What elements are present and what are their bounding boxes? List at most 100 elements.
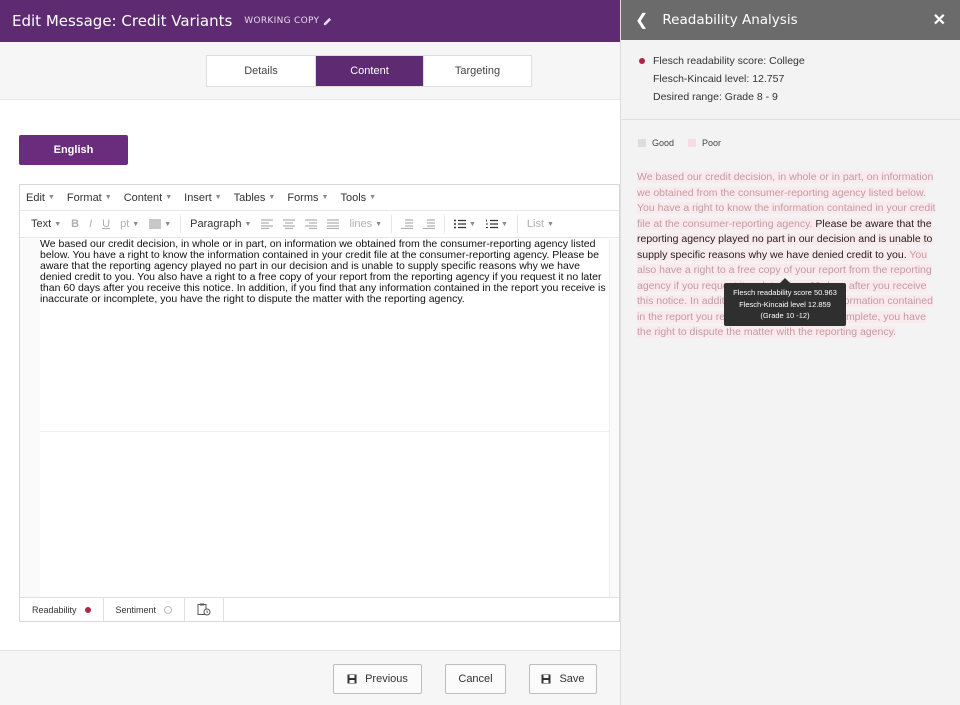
tab-content[interactable]: Content [315, 56, 423, 86]
chevron-down-icon: ▼ [500, 220, 508, 228]
tab-details[interactable]: Details [207, 56, 315, 86]
menu-insert-label: Insert [184, 191, 212, 204]
menu-edit[interactable]: Edit ▼ [26, 192, 55, 204]
menu-tools-label: Tools [340, 191, 367, 204]
save-icon [347, 674, 357, 684]
bullet-list-icon [454, 219, 467, 229]
editor-toolbar: Text ▼ B I U pt ▼ ▼ Paragraph ▼ lines ▼ ▼ ▼ … [20, 211, 619, 238]
desired-range: Desired range: Grade 8 - 9 [653, 91, 778, 103]
indent-button[interactable] [418, 219, 440, 229]
fk-level-row: Flesch-Kincaid level: 12.757 [639, 70, 960, 88]
font-size-label: pt [120, 218, 130, 230]
page-title: Edit Message: Credit Variants [12, 12, 233, 30]
numbered-list-icon [485, 219, 498, 229]
align-center-icon [283, 219, 296, 229]
align-left-button[interactable] [256, 219, 278, 229]
chevron-down-icon: ▼ [132, 220, 140, 228]
legend: Good Poor [638, 138, 721, 148]
chevron-down-icon: ▼ [369, 194, 377, 201]
outdent-button[interactable] [396, 219, 418, 229]
text-style-dropdown[interactable]: Text ▼ [26, 218, 66, 230]
desired-range-row: Desired range: Grade 8 - 9 [639, 88, 960, 106]
toolbar-divider [516, 215, 518, 233]
legend-good-label: Good [652, 138, 675, 148]
close-icon[interactable]: ✕ [933, 10, 946, 30]
text-style-label: Text [31, 218, 52, 230]
legend-poor: Poor [688, 138, 721, 148]
toolbar-divider [391, 215, 393, 233]
list-style-dropdown[interactable]: List ▼ [522, 218, 559, 230]
language-button[interactable]: English [19, 135, 128, 165]
bold-button[interactable]: B [66, 218, 84, 230]
readability-toggle[interactable]: Readability [20, 598, 104, 621]
chevron-down-icon: ▼ [244, 220, 252, 228]
font-size-dropdown[interactable]: pt ▼ [115, 218, 144, 230]
justify-icon [327, 219, 340, 229]
chevron-down-icon: ▼ [164, 220, 172, 228]
menu-tools[interactable]: Tools ▼ [340, 192, 376, 204]
cancel-button[interactable]: Cancel [445, 664, 506, 694]
color-swatch-icon [149, 219, 162, 229]
line-spacing-dropdown[interactable]: lines ▼ [344, 218, 387, 230]
menu-insert[interactable]: Insert ▼ [184, 192, 221, 204]
score-indicator-icon [639, 58, 645, 64]
working-copy-badge[interactable]: WORKING COPY [244, 16, 332, 26]
page-break-line [40, 431, 610, 432]
score-tooltip: Flesch readability score 50.963 Flesch-K… [724, 278, 846, 326]
chevron-down-icon: ▼ [469, 220, 476, 228]
align-right-icon [305, 219, 318, 229]
menu-forms[interactable]: Forms ▼ [287, 192, 328, 204]
chevron-down-icon: ▼ [547, 220, 554, 228]
legend-good: Good [638, 138, 674, 148]
save-button[interactable]: Save [529, 664, 597, 694]
align-center-button[interactable] [278, 219, 300, 229]
italic-button[interactable]: I [84, 218, 97, 230]
color-picker[interactable]: ▼ [144, 219, 176, 229]
back-chevron-icon[interactable]: ❮ [635, 10, 648, 30]
paragraph-label: Paragraph [190, 218, 242, 230]
paragraph-dropdown[interactable]: Paragraph ▼ [185, 218, 256, 230]
tooltip-grade: (Grade 10 -12) [760, 311, 810, 320]
panel-title: Readability Analysis [662, 12, 798, 28]
chevron-down-icon: ▼ [268, 194, 276, 201]
menu-tables[interactable]: Tables ▼ [234, 192, 276, 204]
clipboard-clock-icon [197, 603, 211, 616]
tab-targeting[interactable]: Targeting [423, 56, 531, 86]
menu-content[interactable]: Content ▼ [124, 192, 172, 204]
previous-button[interactable]: Previous [333, 664, 422, 694]
readability-score-row: Flesch readability score: College [639, 52, 960, 70]
readability-status-icon [84, 606, 91, 613]
clipboard-history-button[interactable] [185, 598, 225, 621]
editor-body[interactable]: We based our credit decision, in whole o… [40, 239, 612, 305]
bullet-list-dropdown[interactable]: ▼ [449, 219, 481, 229]
sentiment-status-icon [164, 605, 173, 614]
line-spacing-label: lines [349, 218, 373, 230]
panel-header: ❮ Readability Analysis ✕ [621, 0, 960, 40]
menu-forms-label: Forms [287, 191, 319, 204]
menu-content-label: Content [123, 191, 163, 204]
justify-button[interactable] [322, 219, 344, 229]
chevron-down-icon: ▼ [375, 220, 383, 228]
previous-label: Previous [365, 673, 408, 685]
chevron-down-icon: ▼ [214, 194, 222, 201]
tabs-area: Details Content Targeting [0, 42, 620, 100]
underline-button[interactable]: U [97, 218, 115, 230]
editor-margin [20, 239, 40, 597]
menu-format[interactable]: Format ▼ [67, 192, 112, 204]
numbered-list-dropdown[interactable]: ▼ [481, 219, 513, 229]
badge-label: WORKING COPY [244, 16, 320, 26]
editor-menubar: Edit ▼ Format ▼ Content ▼ Insert ▼ Tables ▼ F… [20, 185, 619, 211]
legend-poor-label: Poor [702, 138, 722, 148]
page-footer: Previous Cancel Save [0, 650, 620, 705]
readability-score: Flesch readability score: College [653, 55, 805, 67]
toolbar-divider [180, 215, 182, 233]
align-right-button[interactable] [300, 219, 322, 229]
toolbar-divider [444, 215, 446, 233]
readability-panel: ❮ Readability Analysis ✕ Flesch readabil… [620, 0, 960, 705]
sentiment-toggle[interactable]: Sentiment [104, 598, 186, 621]
chevron-down-icon: ▼ [47, 194, 55, 201]
tooltip-score: Flesch readability score 50.963 [733, 288, 837, 297]
save-label: Save [559, 673, 585, 685]
tooltip-fk: Flesch-Kincaid level 12.859 [739, 299, 831, 309]
rich-text-editor: Edit ▼ Format ▼ Content ▼ Insert ▼ Tables ▼ F… [19, 184, 620, 622]
